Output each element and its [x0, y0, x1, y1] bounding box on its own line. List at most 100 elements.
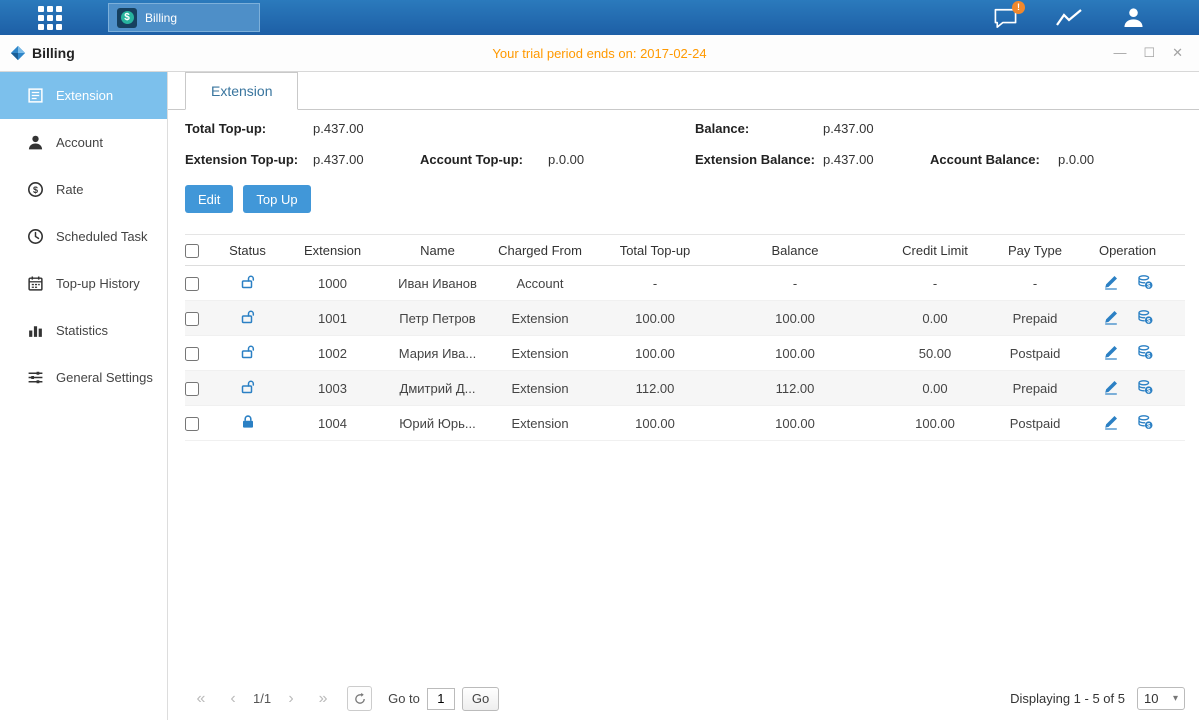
row-checkbox[interactable]	[185, 312, 199, 326]
charged-from: Extension	[490, 381, 590, 396]
svg-text:$: $	[33, 185, 38, 195]
top-up-icon[interactable]: $	[1137, 309, 1153, 325]
top-up-icon[interactable]: $	[1137, 379, 1153, 395]
pay-type: Prepaid	[1000, 311, 1070, 326]
charged-from: Extension	[490, 416, 590, 431]
lock-open-icon	[240, 274, 256, 290]
balance-summary: Total Top-up:p.437.00Balance:p.437.00Ext…	[168, 110, 1199, 171]
toolbar: Edit Top Up	[168, 171, 1199, 213]
account-icon	[27, 134, 44, 151]
sidebar-item-rate[interactable]: $ Rate	[0, 166, 167, 213]
total-topup: 112.00	[590, 381, 720, 396]
summary-extension-balance: Extension Balance:p.437.00	[695, 152, 930, 171]
sidebar-item-statistics[interactable]: Statistics	[0, 307, 167, 354]
sidebar-item-scheduled-task[interactable]: Scheduled Task	[0, 213, 167, 260]
lock-open-icon	[240, 344, 256, 360]
edit-icon[interactable]	[1103, 414, 1119, 430]
summary-account-balance: Account Balance:p.0.00	[930, 152, 1182, 171]
column-header-total-top-up: Total Top-up	[590, 243, 720, 258]
pay-type: -	[1000, 276, 1070, 291]
close-button[interactable]: ✕	[1172, 45, 1183, 61]
top-up-icon[interactable]: $	[1137, 414, 1153, 430]
extension-name: Дмитрий Д...	[385, 381, 490, 396]
extension-number: 1004	[280, 416, 385, 431]
summary-value: p.437.00	[313, 152, 364, 167]
total-topup: 100.00	[590, 311, 720, 326]
summary-label: Account Balance:	[930, 152, 1058, 167]
edit-icon[interactable]	[1103, 274, 1119, 290]
row-checkbox[interactable]	[185, 417, 199, 431]
billing-tab-label: Billing	[145, 11, 177, 25]
messages-icon[interactable]: !	[991, 6, 1019, 30]
sidebar-item-label: Statistics	[56, 323, 108, 338]
row-checkbox[interactable]	[185, 347, 199, 361]
topbar-icons: !	[991, 6, 1199, 30]
summary-label: Extension Balance:	[695, 152, 823, 167]
credit-limit: -	[870, 276, 1000, 291]
top-up-icon[interactable]: $	[1137, 344, 1153, 360]
balance: 100.00	[720, 416, 870, 431]
first-page-button[interactable]: «	[189, 690, 213, 708]
credit-limit: 0.00	[870, 311, 1000, 326]
summary-spacer	[930, 121, 1182, 140]
billing-app-tab[interactable]: Billing	[108, 3, 260, 32]
app-launcher-icon[interactable]	[38, 6, 62, 30]
lock-open-icon	[240, 379, 256, 395]
edit-icon[interactable]	[1103, 344, 1119, 360]
summary-balance: Balance:p.437.00	[695, 121, 930, 140]
tab-extension[interactable]: Extension	[185, 72, 298, 110]
sidebar-item-top-up-history[interactable]: Top-up History	[0, 260, 167, 307]
tab-strip: Extension	[168, 72, 1199, 110]
edit-icon[interactable]	[1103, 379, 1119, 395]
sidebar-item-label: Rate	[56, 182, 83, 197]
extension-name: Петр Петров	[385, 311, 490, 326]
top-up-icon[interactable]: $	[1137, 274, 1153, 290]
top-up-button[interactable]: Top Up	[243, 185, 310, 213]
pay-type: Postpaid	[1000, 416, 1070, 431]
sidebar-item-general-settings[interactable]: General Settings	[0, 354, 167, 401]
edit-icon[interactable]	[1103, 309, 1119, 325]
summary-label: Balance:	[695, 121, 823, 136]
sidebar-item-label: Top-up History	[56, 276, 140, 291]
column-header-operation: Operation	[1070, 243, 1185, 258]
prev-page-button[interactable]: ‹	[221, 690, 245, 708]
refresh-button[interactable]	[347, 686, 372, 711]
next-page-button[interactable]: ›	[279, 690, 303, 708]
user-account-icon[interactable]	[1119, 6, 1147, 30]
sidebar: Extension Account $ Rate Scheduled Task Top-u…	[0, 72, 168, 720]
table-row-extension-1001: 1001Петр ПетровExtension100.00100.000.00…	[185, 301, 1185, 336]
row-checkbox[interactable]	[185, 277, 199, 291]
last-page-button[interactable]: »	[311, 690, 335, 708]
summary-value: p.437.00	[823, 152, 874, 167]
column-header-balance: Balance	[720, 243, 870, 258]
pagination-bar: « ‹ 1/1 › » Go to Go Displaying 1 - 5 of…	[185, 686, 1185, 711]
column-header-extension: Extension	[280, 243, 385, 258]
sidebar-item-label: Extension	[56, 88, 113, 103]
extension-number: 1001	[280, 311, 385, 326]
balance: 100.00	[720, 346, 870, 361]
sidebar-item-account[interactable]: Account	[0, 119, 167, 166]
pay-type: Prepaid	[1000, 381, 1070, 396]
goto-page-input[interactable]	[427, 688, 455, 710]
extension-number: 1003	[280, 381, 385, 396]
maximize-button[interactable]: ☐	[1143, 45, 1155, 61]
pagination-right: Displaying 1 - 5 of 5 10	[1010, 687, 1185, 710]
extension-number: 1000	[280, 276, 385, 291]
extension-number: 1002	[280, 346, 385, 361]
goto-label: Go to	[388, 691, 420, 706]
statistics-icon	[27, 322, 44, 339]
column-header-credit-limit: Credit Limit	[870, 243, 1000, 258]
sidebar-item-extension[interactable]: Extension	[0, 72, 167, 119]
line-chart-icon[interactable]	[1055, 6, 1083, 30]
total-topup: 100.00	[590, 346, 720, 361]
select-all-checkbox[interactable]	[185, 244, 199, 258]
minimize-button[interactable]: —	[1113, 45, 1126, 61]
go-button[interactable]: Go	[462, 687, 499, 711]
page-size-select[interactable]: 10	[1137, 687, 1185, 710]
credit-limit: 50.00	[870, 346, 1000, 361]
chevron-down-icon	[1173, 693, 1178, 704]
balance: 100.00	[720, 311, 870, 326]
row-checkbox[interactable]	[185, 382, 199, 396]
edit-button[interactable]: Edit	[185, 185, 233, 213]
summary-total-top-up: Total Top-up:p.437.00	[185, 121, 420, 140]
